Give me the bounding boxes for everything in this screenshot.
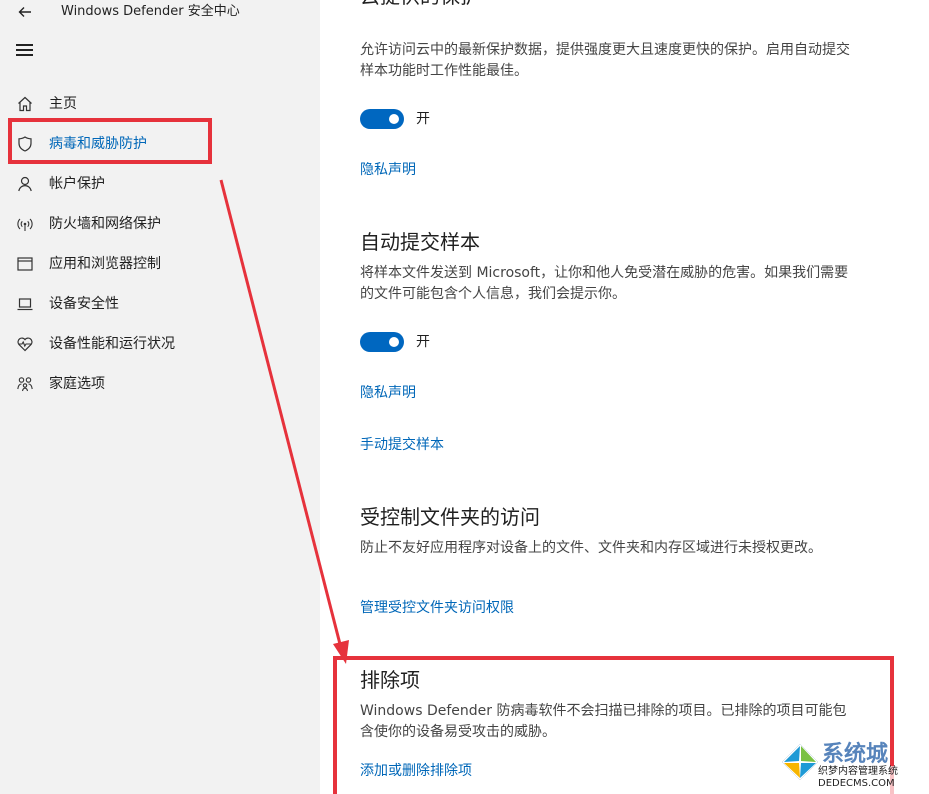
sidebar-item-device-security[interactable]: 设备安全性: [0, 284, 320, 324]
sidebar-item-account-protection[interactable]: 帐户保护: [0, 164, 320, 204]
watermark-line2: DEDECMS.COM: [818, 778, 895, 789]
sidebar-item-app-browser-control[interactable]: 应用和浏览器控制: [0, 244, 320, 284]
heart-pulse-icon: [16, 335, 34, 353]
toggle-switch[interactable]: [360, 332, 404, 352]
annotation-box-left: [8, 118, 212, 164]
auto-sample-privacy-link[interactable]: 隐私声明: [360, 383, 416, 403]
auto-sample-description: 将样本文件发送到 Microsoft，让你和他人免受潜在威胁的危害。如果我们需要…: [360, 265, 849, 302]
toggle-state-label: 开: [416, 334, 430, 350]
laptop-icon: [16, 295, 34, 313]
auto-sample-title: 自动提交样本: [360, 230, 480, 254]
watermark: 系统城 织梦内容管理系统 DEDECMS.COM: [776, 742, 929, 794]
cloud-protection-title: 云提供的保护: [360, 0, 500, 8]
sidebar-item-label: 设备性能和运行状况: [49, 336, 175, 352]
cloud-privacy-link[interactable]: 隐私声明: [360, 160, 416, 180]
toggle-switch[interactable]: [360, 109, 404, 129]
sidebar-item-family-options[interactable]: 家庭选项: [0, 364, 320, 404]
manage-controlled-folder-link[interactable]: 管理受控文件夹访问权限: [360, 598, 514, 618]
sidebar-item-label: 帐户保护: [49, 176, 105, 192]
watermark-line1: 织梦内容管理系统: [818, 766, 898, 777]
sidebar-item-device-performance[interactable]: 设备性能和运行状况: [0, 324, 320, 364]
manual-submit-sample-link[interactable]: 手动提交样本: [360, 435, 444, 455]
sidebar-item-label: 家庭选项: [49, 376, 105, 392]
watermark-title: 系统城: [822, 742, 889, 767]
wifi-icon: [16, 215, 34, 233]
watermark-logo-icon: [781, 743, 819, 781]
sidebar-item-label: 应用和浏览器控制: [49, 256, 161, 272]
back-arrow-icon[interactable]: [16, 3, 34, 21]
controlled-folder-description: 防止不友好应用程序对设备上的文件、文件夹和内存区域进行未授权更改。: [360, 540, 822, 556]
browser-window-icon: [16, 255, 34, 273]
title-bar: Windows Defender 安全中心: [0, 0, 320, 24]
person-icon: [16, 175, 34, 193]
home-icon: [16, 95, 34, 113]
sidebar-item-label: 设备安全性: [49, 296, 119, 312]
cloud-protection-description: 允许访问云中的最新保护数据，提供强度更大且速度更快的保护。启用自动提交样本功能时…: [360, 42, 850, 79]
sidebar-item-label: 防火墙和网络保护: [49, 216, 161, 232]
family-icon: [16, 375, 34, 393]
sidebar-item-firewall[interactable]: 防火墙和网络保护: [0, 204, 320, 244]
watermark-caption: 织梦内容管理系统 DEDECMS.COM: [816, 766, 929, 794]
sidebar-item-label: 主页: [49, 96, 77, 112]
hamburger-menu-icon[interactable]: [16, 44, 34, 58]
auto-sample-toggle[interactable]: 开: [360, 331, 480, 353]
cloud-protection-toggle[interactable]: 开: [360, 108, 480, 130]
app-title: Windows Defender 安全中心: [61, 4, 240, 19]
controlled-folder-title: 受控制文件夹的访问: [360, 505, 540, 529]
toggle-state-label: 开: [416, 111, 430, 127]
